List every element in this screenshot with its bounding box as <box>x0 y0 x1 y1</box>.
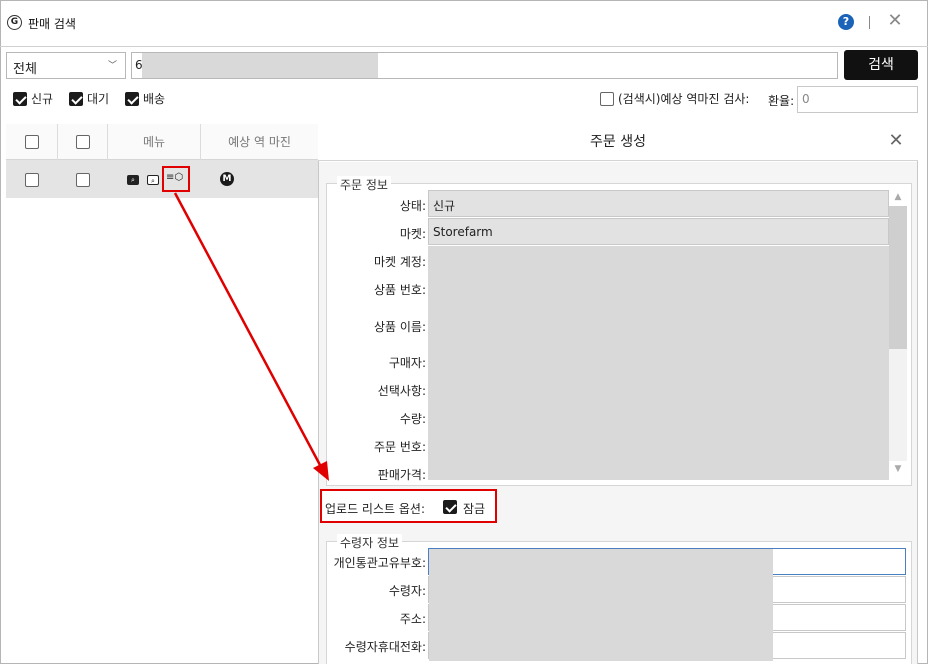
menu-column-header[interactable]: 메뉴 <box>108 124 201 160</box>
status-checkbox-label: 신규 <box>31 92 54 106</box>
app-logo-icon: G <box>7 15 22 30</box>
margin-check-checkbox[interactable]: (검색시)예상 역마진 검사: <box>600 92 749 108</box>
field-label: 구매자: <box>388 356 426 370</box>
field-label: 상태: <box>399 199 426 213</box>
checkbox-checked-icon[interactable] <box>69 92 83 106</box>
status-checkbox-shipping[interactable]: 배송 <box>125 92 165 108</box>
status-checkbox-new[interactable]: 신규 <box>13 92 53 108</box>
field-label: 상품 이름: <box>373 320 426 334</box>
upload-option-highlight: 업로드 리스트 옵션: 잠금 <box>320 489 497 523</box>
field-label: 마켓: <box>399 227 426 241</box>
redacted-area <box>429 549 773 661</box>
select-all-checkbox[interactable] <box>24 135 39 149</box>
help-icon[interactable]: ? <box>838 14 854 30</box>
title-bar: G 판매 검색 ? ✕ <box>0 0 928 46</box>
market-badge-icon: M <box>220 172 234 186</box>
field-label: 선택사항: <box>377 384 426 398</box>
market-field[interactable]: Storefarm <box>428 218 889 245</box>
field-label: 수령자휴대전화: <box>344 640 426 654</box>
highlight-box <box>162 166 190 192</box>
window-title: 판매 검색 <box>28 17 76 31</box>
rate-input[interactable]: 0 <box>797 86 918 113</box>
margin-column-header[interactable]: 예상 역 마진 <box>201 124 318 160</box>
row-checkbox[interactable] <box>25 173 39 187</box>
zoom-search-icon[interactable]: ⌕ <box>147 175 159 185</box>
header-checkbox[interactable] <box>75 135 90 149</box>
title-separator <box>0 46 928 47</box>
panel-title: 주문 생성 <box>590 134 646 150</box>
upload-option-label: 업로드 리스트 옵션: <box>325 502 425 516</box>
field-label: 상품 번호: <box>373 283 426 297</box>
checkbox-checked-icon[interactable] <box>13 92 27 106</box>
rate-label: 환율: <box>768 94 795 108</box>
lock-checkbox[interactable] <box>443 500 457 514</box>
select-column <box>58 124 108 160</box>
field-label: 주문 번호: <box>373 440 426 454</box>
field-label: 수량: <box>399 412 426 426</box>
scroll-up-icon[interactable]: ▲ <box>890 192 906 202</box>
filter-select[interactable]: 전체 ﹀ <box>6 52 126 79</box>
margin-check-label: (검색시)예상 역마진 검사: <box>618 92 750 106</box>
status-field[interactable]: 신규 <box>428 190 889 217</box>
order-info-title: 주문 정보 <box>337 176 391 193</box>
recipient-info-title: 수령자 정보 <box>337 534 403 551</box>
row-checkbox[interactable] <box>76 173 90 187</box>
checkbox-unchecked-icon[interactable] <box>600 92 614 106</box>
select-all-column <box>6 124 58 160</box>
search-button[interactable]: 검색 <box>844 50 918 80</box>
scrollbar-track[interactable] <box>889 349 907 461</box>
status-checkbox-label: 배송 <box>143 92 166 106</box>
field-label: 마켓 계정: <box>373 255 426 269</box>
panel-close-icon[interactable]: ✕ <box>884 129 908 153</box>
status-checkbox-waiting[interactable]: 대기 <box>69 92 109 108</box>
checkbox-checked-icon[interactable] <box>125 92 139 106</box>
status-checkbox-label: 대기 <box>87 92 110 106</box>
grid-header: 메뉴 예상 역 마진 <box>6 124 318 160</box>
field-label: 수령자: <box>388 584 426 598</box>
rate-placeholder: 0 <box>802 92 810 106</box>
scroll-down-icon[interactable]: ▼ <box>890 464 906 474</box>
chevron-down-icon: ﹀ <box>107 61 117 71</box>
lock-label: 잠금 <box>463 502 486 516</box>
field-label: 주소: <box>399 612 426 626</box>
field-label: 판매가격: <box>377 468 426 482</box>
redacted-area <box>428 246 889 480</box>
redacted-area <box>142 53 378 78</box>
close-icon[interactable]: ✕ <box>884 10 906 32</box>
title-divider <box>869 16 870 29</box>
search-icon[interactable]: ⌕ <box>127 175 139 185</box>
field-label: 개인통관고유부호: <box>333 556 426 570</box>
scrollbar-thumb[interactable] <box>889 206 907 349</box>
panel-header: 주문 생성 ✕ <box>318 123 918 161</box>
filter-select-value: 전체 <box>13 62 37 77</box>
